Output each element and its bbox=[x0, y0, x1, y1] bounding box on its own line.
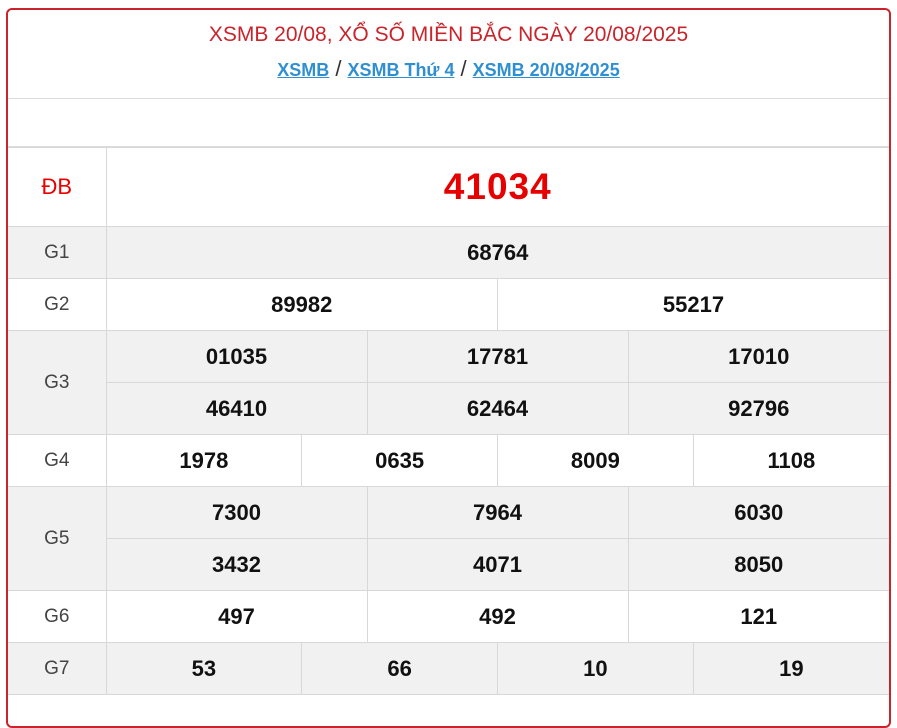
prize-value-g6: 121 bbox=[627, 590, 889, 643]
prize-row-g5: G5 7300 7964 6030 bbox=[8, 486, 889, 591]
prize-label-g7: G7 bbox=[8, 642, 107, 695]
prize-row-g1: G1 68764 bbox=[8, 226, 889, 279]
prize-value-g3: 17010 bbox=[627, 330, 889, 383]
prize-value-db: 41034 bbox=[105, 147, 889, 227]
prize-value-g7: 10 bbox=[497, 642, 694, 695]
prize-row-g4: G4 1978 0635 8009 1108 bbox=[8, 434, 889, 487]
prize-value-g6: 497 bbox=[105, 590, 368, 643]
results-table: ĐB 41034 G1 68764 G2 89982 55217 G3 0103… bbox=[8, 147, 889, 695]
breadcrumb-link-xsmb-date[interactable]: XSMB 20/08/2025 bbox=[473, 60, 620, 80]
prize-value-g5: 7964 bbox=[366, 486, 629, 539]
prize-value-g1: 68764 bbox=[105, 226, 889, 279]
prize-row-db: ĐB 41034 bbox=[8, 147, 889, 227]
prize-value-g5: 6030 bbox=[627, 486, 889, 539]
prize-row-g3: 46410 62464 92796 bbox=[8, 382, 889, 435]
prize-value-g2: 89982 bbox=[105, 278, 498, 331]
prize-row-g2: G2 89982 55217 bbox=[8, 278, 889, 331]
header-spacer bbox=[8, 99, 889, 147]
prize-value-g5: 8050 bbox=[627, 538, 889, 591]
breadcrumb-link-xsmb[interactable]: XSMB bbox=[277, 60, 329, 80]
prize-value-g6: 492 bbox=[366, 590, 629, 643]
results-header: XSMB 20/08, XỔ SỐ MIỀN BẮC NGÀY 20/08/20… bbox=[8, 10, 889, 99]
prize-value-g4: 0635 bbox=[301, 434, 498, 487]
prize-value-g7: 19 bbox=[692, 642, 889, 695]
prize-value-g4: 8009 bbox=[497, 434, 694, 487]
page-title: XSMB 20/08, XỔ SỐ MIỀN BẮC NGÀY 20/08/20… bbox=[208, 23, 689, 46]
prize-value-g5: 7300 bbox=[105, 486, 368, 539]
prize-label-db: ĐB bbox=[8, 147, 107, 227]
prize-label-g4: G4 bbox=[8, 434, 107, 487]
breadcrumb-separator: / bbox=[460, 56, 467, 81]
prize-row-g7: G7 53 66 10 19 bbox=[8, 642, 889, 695]
prize-value-g3: 46410 bbox=[105, 382, 368, 435]
prize-value-g3: 01035 bbox=[105, 330, 368, 383]
prize-value-g3: 17781 bbox=[366, 330, 629, 383]
prize-label-g6: G6 bbox=[8, 590, 107, 643]
prize-row-g3: G3 01035 17781 17010 bbox=[8, 330, 889, 435]
prize-value-g7: 66 bbox=[301, 642, 498, 695]
prize-value-g3: 62464 bbox=[366, 382, 629, 435]
prize-label-g5: G5 bbox=[8, 486, 107, 591]
breadcrumb-link-xsmb-thu-4[interactable]: XSMB Thứ 4 bbox=[347, 60, 454, 80]
prize-label-g3: G3 bbox=[8, 330, 107, 435]
prize-label-g1: G1 bbox=[8, 226, 107, 279]
prize-value-g4: 1108 bbox=[692, 434, 889, 487]
prize-row-g5: 3432 4071 8050 bbox=[8, 538, 889, 591]
prize-row-g6: G6 497 492 121 bbox=[8, 590, 889, 643]
prize-value-g2: 55217 bbox=[497, 278, 889, 331]
breadcrumb: XSMB / XSMB Thứ 4/XSMB 20/08/2025 bbox=[8, 58, 889, 81]
prize-value-g4: 1978 bbox=[105, 434, 303, 487]
breadcrumb-separator: / bbox=[335, 56, 342, 81]
prize-value-g3: 92796 bbox=[627, 382, 889, 435]
results-card: XSMB 20/08, XỔ SỐ MIỀN BẮC NGÀY 20/08/20… bbox=[6, 8, 891, 728]
prize-label-g2: G2 bbox=[8, 278, 107, 331]
prize-value-g5: 3432 bbox=[105, 538, 368, 591]
prize-value-g5: 4071 bbox=[366, 538, 629, 591]
prize-value-g7: 53 bbox=[105, 642, 303, 695]
